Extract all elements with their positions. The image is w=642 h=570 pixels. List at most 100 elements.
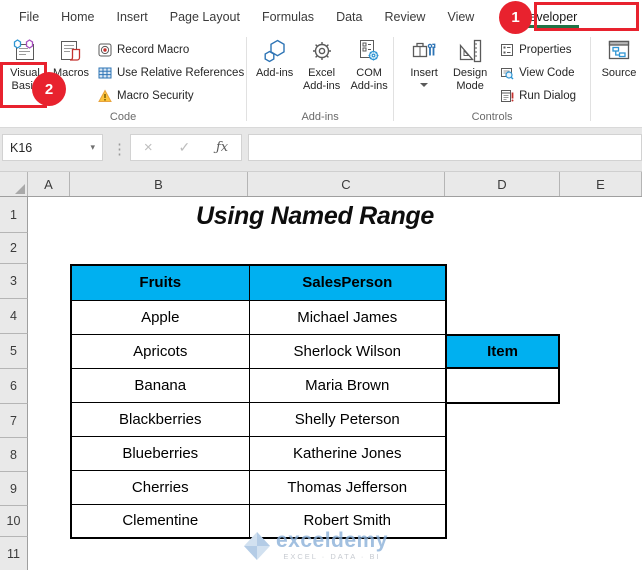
- column-header-b[interactable]: B: [70, 172, 248, 196]
- table-row: Apple Michael James: [70, 299, 447, 335]
- fruit-cell[interactable]: Blueberries: [70, 435, 250, 471]
- salesperson-cell[interactable]: Sherlock Wilson: [248, 333, 447, 369]
- fruit-cell[interactable]: Clementine: [70, 503, 250, 539]
- warning-triangle-icon: [98, 88, 112, 103]
- fruit-cell[interactable]: Apple: [70, 299, 250, 335]
- properties-button[interactable]: Properties: [500, 38, 576, 61]
- view-code-button[interactable]: View Code: [500, 61, 576, 84]
- exceldemy-diamond-icon: [243, 531, 271, 561]
- column-header-d[interactable]: D: [445, 172, 560, 196]
- step-2-badge: 2: [32, 72, 66, 106]
- code-group-label: Code: [109, 111, 137, 123]
- salesperson-cell[interactable]: Thomas Jefferson: [248, 469, 447, 505]
- name-box[interactable]: K16 ▾: [2, 134, 103, 161]
- fruit-cell[interactable]: Cherries: [70, 469, 250, 505]
- tab-view[interactable]: View: [436, 10, 485, 24]
- addins-group-label: Add-ins: [301, 111, 339, 123]
- row-headers: 1 2 3 4 5 6 7 8 9 10 11: [0, 197, 28, 570]
- view-code-label: View Code: [519, 66, 575, 79]
- tab-review[interactable]: Review: [373, 10, 436, 24]
- name-box-dropdown-icon[interactable]: ▾: [90, 142, 95, 153]
- row-header-6[interactable]: 6: [0, 369, 28, 404]
- column-header-e[interactable]: E: [560, 172, 642, 196]
- row-header-1[interactable]: 1: [0, 197, 28, 233]
- fruit-cell[interactable]: Blackberries: [70, 401, 250, 437]
- source-button[interactable]: Source: [596, 36, 642, 80]
- tab-insert[interactable]: Insert: [106, 10, 159, 24]
- name-box-value: K16: [10, 140, 33, 155]
- row-header-4[interactable]: 4: [0, 299, 28, 334]
- watermark-brand: exceldemy: [276, 529, 388, 552]
- tab-data[interactable]: Data: [325, 10, 373, 24]
- record-macro-label: Record Macro: [117, 43, 190, 56]
- tab-page-layout[interactable]: Page Layout: [159, 10, 251, 24]
- developer-tab-highlight-box: [534, 2, 639, 31]
- table-row: Blueberries Katherine Jones: [70, 435, 447, 471]
- row-header-8[interactable]: 8: [0, 438, 28, 472]
- excel-add-ins-button[interactable]: Excel Add-ins: [298, 36, 345, 93]
- row-header-7[interactable]: 7: [0, 404, 28, 438]
- formula-input[interactable]: [248, 134, 642, 161]
- use-relative-references-button[interactable]: Use Relative References: [98, 61, 244, 84]
- row-header-5[interactable]: 5: [0, 334, 28, 369]
- row-header-10[interactable]: 10: [0, 506, 28, 537]
- select-all-corner[interactable]: [0, 172, 28, 196]
- table-row: Banana Maria Brown: [70, 367, 447, 403]
- controls-group-label: Controls: [471, 111, 513, 123]
- item-value-cell[interactable]: [445, 369, 560, 404]
- tab-home[interactable]: Home: [50, 10, 105, 24]
- salesperson-cell[interactable]: Katherine Jones: [248, 435, 447, 471]
- row-header-2[interactable]: 2: [0, 233, 28, 264]
- excel-window: File Home Insert Page Layout Formulas Da…: [0, 0, 642, 570]
- macro-security-button[interactable]: Macro Security: [98, 84, 244, 107]
- cancel-icon[interactable]: ×: [144, 139, 153, 156]
- column-header-a[interactable]: A: [28, 172, 70, 196]
- com-addins-gear-icon: [356, 38, 382, 64]
- tab-file[interactable]: File: [8, 10, 50, 24]
- gear-icon: [309, 38, 335, 64]
- fruits-header-cell[interactable]: Fruits: [70, 264, 250, 301]
- watermark-tagline: EXCEL · DATA · BI: [283, 552, 381, 561]
- design-mode-button[interactable]: Design Mode: [446, 36, 494, 93]
- macro-security-label: Macro Security: [117, 89, 194, 102]
- macros-icon: [58, 38, 84, 64]
- visual-basic-icon: [12, 38, 38, 64]
- record-macro-button[interactable]: Record Macro: [98, 38, 244, 61]
- row-header-9[interactable]: 9: [0, 472, 28, 506]
- salesperson-header-cell[interactable]: SalesPerson: [248, 264, 447, 301]
- row-header-3[interactable]: 3: [0, 264, 28, 299]
- chevron-down-icon: [420, 82, 429, 87]
- add-ins-label: Add-ins: [255, 67, 294, 79]
- salesperson-cell[interactable]: Michael James: [248, 299, 447, 335]
- com-add-ins-button[interactable]: COM Add-ins: [345, 36, 393, 93]
- column-headers: A B C D E: [0, 172, 642, 197]
- enter-icon[interactable]: ✓: [178, 139, 190, 156]
- ribbon-group-addins: Add-ins Excel Add-ins COM Add-ins Add-in…: [247, 33, 393, 127]
- sheet-title-cell[interactable]: Using Named Range: [70, 199, 560, 233]
- tab-formulas[interactable]: Formulas: [251, 10, 325, 24]
- ribbon-group-controls: Insert Design Mode Properties View Code …: [394, 33, 590, 127]
- item-header-cell[interactable]: Item: [445, 334, 560, 369]
- run-dialog-button[interactable]: Run Dialog: [500, 84, 576, 107]
- add-ins-button[interactable]: Add-ins: [251, 36, 298, 80]
- insert-function-icon[interactable]: ƒx: [216, 140, 228, 155]
- excel-add-ins-label: Excel Add-ins: [302, 67, 341, 92]
- table-row: Cherries Thomas Jefferson: [70, 469, 447, 505]
- insert-control-button[interactable]: Insert: [402, 36, 446, 87]
- step-1-badge: 1: [499, 1, 532, 34]
- fruit-cell[interactable]: Banana: [70, 367, 250, 403]
- column-header-c[interactable]: C: [248, 172, 445, 196]
- row-header-11[interactable]: 11: [0, 537, 28, 570]
- table-row: Blackberries Shelly Peterson: [70, 401, 447, 437]
- insert-control-label: Insert: [410, 67, 438, 79]
- hexagon-addins-icon: [262, 38, 288, 64]
- salesperson-cell[interactable]: Maria Brown: [248, 367, 447, 403]
- formula-bar-separator-icon: ⋮: [112, 141, 127, 158]
- salesperson-cell[interactable]: Shelly Peterson: [248, 401, 447, 437]
- dialog-exclamation-icon: [500, 89, 514, 103]
- formula-bar-strip: K16 ▾ ⋮ × ✓ ƒx: [0, 128, 642, 172]
- ribbon-group-xml: Source: [591, 33, 642, 127]
- com-add-ins-label: COM Add-ins: [350, 67, 388, 92]
- run-dialog-label: Run Dialog: [519, 89, 576, 102]
- fruit-cell[interactable]: Apricots: [70, 333, 250, 369]
